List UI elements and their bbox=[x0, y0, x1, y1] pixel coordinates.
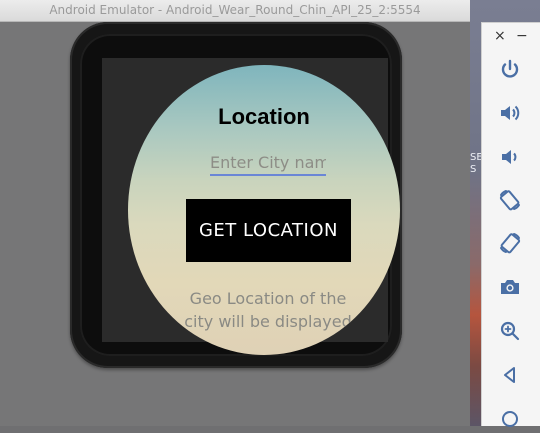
screenshot-button[interactable] bbox=[496, 273, 524, 301]
volume-down-icon bbox=[502, 150, 517, 164]
back-button[interactable] bbox=[496, 361, 524, 389]
volume-down-button[interactable] bbox=[496, 143, 524, 171]
watch-bezel: Location GET LOCATION Geo Location of th… bbox=[102, 58, 400, 355]
zoom-icon bbox=[500, 321, 520, 341]
rotate-left-icon bbox=[499, 190, 520, 211]
zoom-button[interactable] bbox=[496, 317, 524, 345]
power-button[interactable] bbox=[496, 56, 524, 84]
back-icon bbox=[504, 367, 515, 383]
window-title: Android Emulator - Android_Wear_Round_Ch… bbox=[49, 3, 421, 17]
app-title: Location bbox=[218, 104, 310, 129]
location-result-text: Geo Location of the city will be display… bbox=[184, 289, 352, 331]
home-icon bbox=[502, 411, 518, 427]
toolbar-close-button[interactable]: × bbox=[494, 27, 506, 45]
volume-up-button[interactable] bbox=[496, 99, 524, 127]
window-titlebar[interactable]: Android Emulator - Android_Wear_Round_Ch… bbox=[0, 0, 470, 22]
rotate-left-button[interactable] bbox=[496, 186, 524, 214]
watch-inner-frame: Location GET LOCATION Geo Location of th… bbox=[80, 34, 400, 356]
toolbar-window-controls: × − bbox=[482, 27, 540, 45]
toolbar-minimize-button[interactable]: − bbox=[516, 27, 528, 45]
watch-frame: Location GET LOCATION Geo Location of th… bbox=[70, 22, 402, 368]
rotate-right-icon bbox=[500, 233, 521, 254]
get-location-button[interactable]: GET LOCATION bbox=[186, 199, 351, 262]
watch-screen: Location GET LOCATION Geo Location of th… bbox=[128, 65, 400, 355]
power-icon bbox=[501, 59, 519, 78]
rotate-right-button[interactable] bbox=[496, 229, 524, 257]
emulator-window: Android Emulator - Android_Wear_Round_Ch… bbox=[0, 0, 470, 426]
volume-up-icon bbox=[501, 105, 520, 121]
camera-icon bbox=[501, 280, 519, 294]
home-button[interactable] bbox=[496, 405, 524, 433]
emulator-toolbar: × − bbox=[481, 22, 540, 427]
city-name-input[interactable] bbox=[210, 150, 326, 176]
